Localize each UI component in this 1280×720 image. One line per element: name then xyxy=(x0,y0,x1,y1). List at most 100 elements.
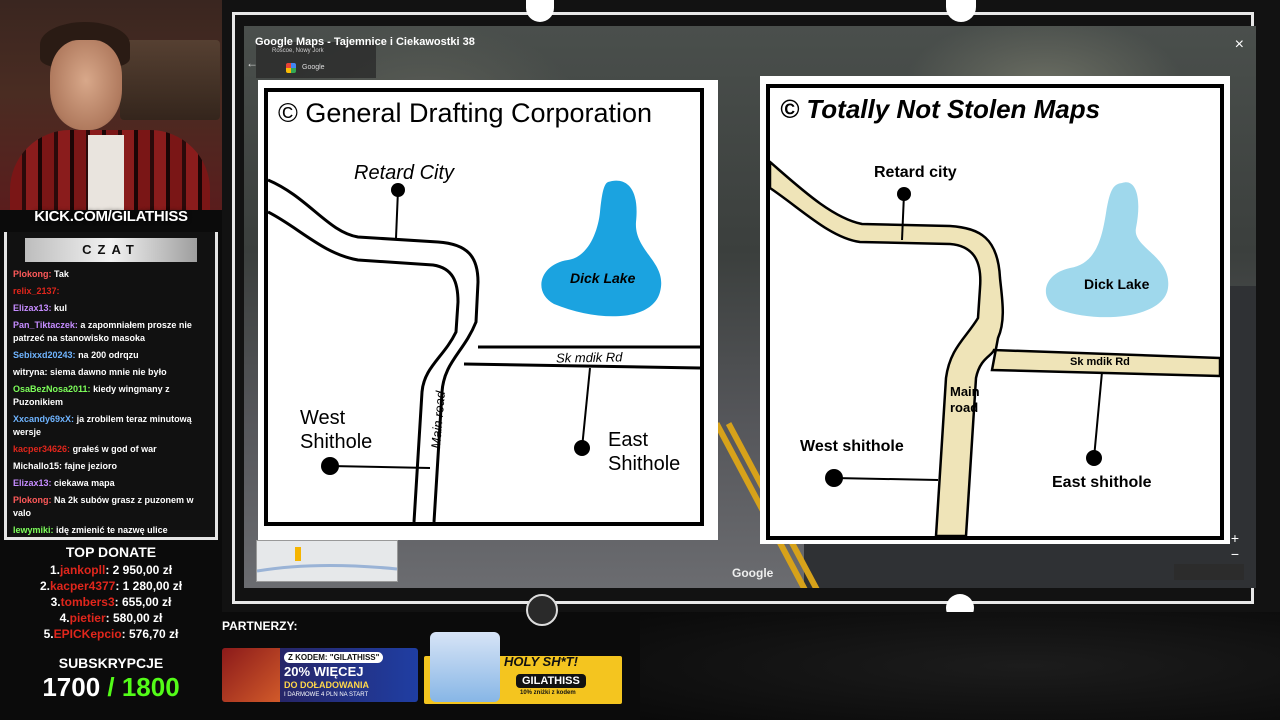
donate-amount: : 1 280,00 zł xyxy=(115,579,183,593)
chat-title: CZAT xyxy=(25,238,197,262)
pegman-icon xyxy=(295,547,301,561)
top-donate-panel: TOP DONATE 1.jankopll: 2 950,00 zł 2.kacp… xyxy=(0,544,222,642)
map-general-drafting: © General Drafting Corporation Retard Ci… xyxy=(258,80,718,540)
label-retard-city: Retard City xyxy=(354,162,455,184)
label-retard-city: Retard city xyxy=(874,164,957,181)
close-button[interactable]: × xyxy=(1235,36,1244,54)
chat-message: kacper34626: grałeś w god of war xyxy=(7,441,215,458)
streamer-tshirt xyxy=(88,135,124,210)
map1-frame: © General Drafting Corporation Retard Ci… xyxy=(264,88,704,526)
partner-banner-holyshit[interactable]: HOLY SH*T! GILATHISS 10% zniżki z kodem xyxy=(424,632,622,704)
product-cans-icon xyxy=(430,632,500,702)
label-east-shithole: East Shithole xyxy=(608,429,681,475)
zoom-out-button[interactable]: − xyxy=(1226,546,1244,562)
donate-name: tombers3 xyxy=(60,595,115,609)
chat-text: na 200 odrqzu xyxy=(78,350,139,360)
chat-username[interactable]: Sebixxd20243: xyxy=(13,350,76,360)
chat-username[interactable]: kacper34626: xyxy=(13,444,70,454)
banner1-headline: 20% WIĘCEJ xyxy=(284,664,364,679)
chat-message: Sebixxd20243: na 200 odrqzu xyxy=(7,347,215,364)
label-main-road: Main road xyxy=(950,384,980,415)
chat-message: lewymiki: idę zmienić te nazwę ulice xyxy=(7,522,215,539)
donate-rank: 2. xyxy=(39,579,50,593)
chat-username[interactable]: Xxcandy69xX: xyxy=(13,414,74,424)
chat-text: grałeś w god of war xyxy=(72,444,157,454)
subs-title: SUBSKRYPCJE xyxy=(58,655,164,671)
donate-name: jankopll xyxy=(59,563,106,577)
shelf xyxy=(120,40,220,120)
donate-name: pietier xyxy=(69,611,106,625)
chat-text: siema dawno mnie nie było xyxy=(50,367,167,377)
partner-banner-casehug[interactable]: Z KODEM: "GILATHISS" 20% WIĘCEJ DO DOŁAD… xyxy=(222,648,418,702)
subs-goal: / 1800 xyxy=(107,672,180,702)
chat-username[interactable]: lewymiki: xyxy=(13,525,54,535)
chat-text: idę zmienić te nazwę ulice xyxy=(56,525,168,535)
label-east-shithole: East shithole xyxy=(1052,474,1152,491)
hatch-icon-bottom xyxy=(526,594,558,626)
subs-counter: 1700 / 1800 xyxy=(0,672,222,703)
donate-row: 2.kacper4377: 1 280,00 zł xyxy=(0,578,222,594)
label-west-shithole: West shithole xyxy=(800,438,904,455)
window-title: Google Maps - Tajemnice i Ciekawostki 38 xyxy=(255,36,475,48)
donate-amount: : 580,00 zł xyxy=(105,611,163,625)
donate-amount: : 655,00 zł xyxy=(114,595,172,609)
donate-list: 1.jankopll: 2 950,00 zł 2.kacper4377: 1 2… xyxy=(0,562,222,642)
bottom-background xyxy=(640,612,1280,720)
label-sk-mdik-rd: Sk mdik Rd xyxy=(555,349,623,366)
label-sk-mdik-rd: Sk mdik Rd xyxy=(1070,356,1130,368)
donate-name: kacper4377 xyxy=(49,579,116,593)
chat-message: Plokong: Na 2k subów grasz z puzonem w v… xyxy=(7,492,215,522)
streamer-face xyxy=(50,40,122,130)
label-dick-lake: Dick Lake xyxy=(1084,276,1150,292)
donate-rank: 4. xyxy=(59,611,70,625)
donate-amount: : 576,70 zł xyxy=(121,627,179,641)
label-dick-lake: Dick Lake xyxy=(570,270,636,286)
chat-text: fajne jezioro xyxy=(64,461,118,471)
chat-username[interactable]: Michallo15: xyxy=(13,461,62,471)
map2-drawing xyxy=(770,160,1220,536)
google-watermark: Google xyxy=(732,566,774,580)
map2-frame: © Totally Not Stolen Maps Retard city Di… xyxy=(766,84,1224,540)
google-maps-icon xyxy=(286,63,296,73)
chat-username[interactable]: witryna: xyxy=(13,367,48,377)
donate-name: EPICKepcio xyxy=(53,627,122,641)
chat-message: Elizax13: ciekawa mapa xyxy=(7,475,215,492)
donate-row: 5.EPICKepcio: 576,70 zł xyxy=(0,626,222,642)
donate-row: 4.pietier: 580,00 zł xyxy=(0,610,222,626)
streetview-window[interactable]: Roscoe, Nowy Jork Google ← Google Maps -… xyxy=(244,26,1256,588)
minimap-drawing xyxy=(256,547,398,573)
donate-rank: 3. xyxy=(50,595,61,609)
banner1-small: I DARMOWE 4 PLN NA START xyxy=(284,692,369,698)
chat-message: OsaBezNosa2011: kiedy wingmany z Puzonik… xyxy=(7,381,215,411)
chat-text: Tak xyxy=(54,269,69,279)
chat-panel: CZAT Plokong: Tak relix_2137: Elizax13: k… xyxy=(4,232,218,540)
subs-current: 1700 xyxy=(42,672,101,702)
map-totally-not-stolen: © Totally Not Stolen Maps Retard city Di… xyxy=(760,76,1230,544)
donate-rank: 1. xyxy=(49,563,60,577)
chat-username[interactable]: relix_2137: xyxy=(13,286,60,296)
chat-messages: Plokong: Tak relix_2137: Elizax13: kul Pan… xyxy=(7,266,215,539)
chat-username[interactable]: OsaBezNosa2011: xyxy=(13,384,91,394)
donate-amount: : 2 950,00 zł xyxy=(105,563,173,577)
banner2-small: 10% zniżki z kodem xyxy=(520,690,576,696)
location-address: Roscoe, Nowy Jork xyxy=(272,48,324,54)
minimap[interactable] xyxy=(256,540,398,582)
treasure-chest-icon xyxy=(222,648,280,702)
chat-message: Plokong: Tak xyxy=(7,266,215,283)
back-arrow-icon[interactable]: ← xyxy=(246,56,258,70)
chat-message: Michallo15: fajne jezioro xyxy=(7,458,215,475)
chat-username[interactable]: Plokong: xyxy=(13,269,52,279)
chat-text: ciekawa mapa xyxy=(54,478,115,488)
chat-message: relix_2137: xyxy=(7,283,215,300)
channel-link: KICK.COM/GILATHISS xyxy=(34,208,188,225)
webcam-feed xyxy=(0,0,222,210)
chat-message: Pan_Tiktaczek: a zapomniałem prosze nie … xyxy=(7,317,215,347)
banner1-code: Z KODEM: "GILATHISS" xyxy=(284,652,384,663)
top-donate-title: TOP DONATE xyxy=(65,544,157,560)
chat-username[interactable]: Elizax13: xyxy=(13,303,52,313)
chat-username[interactable]: Pan_Tiktaczek: xyxy=(13,320,78,330)
layers-toggle[interactable] xyxy=(1174,564,1244,580)
chat-username[interactable]: Elizax13: xyxy=(13,478,52,488)
banner2-headline: HOLY SH*T! xyxy=(504,654,578,669)
chat-username[interactable]: Plokong: xyxy=(13,495,52,505)
